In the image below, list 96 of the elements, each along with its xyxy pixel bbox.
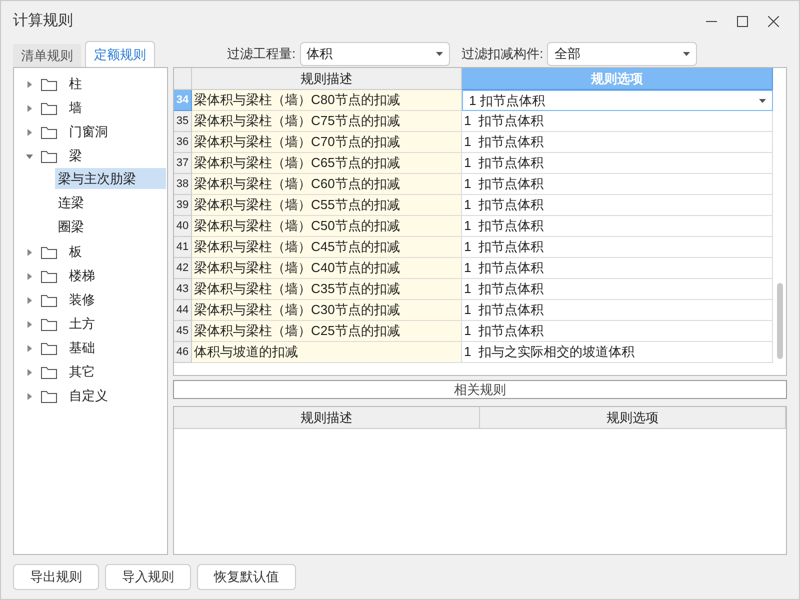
- table-cell: 1 扣节点体积: [462, 237, 773, 258]
- collapsed-arrow-icon[interactable]: [26, 368, 33, 376]
- tree-item[interactable]: 板: [14, 240, 167, 264]
- filter-label: 过滤扣减构件:: [462, 45, 544, 64]
- row-number: 43: [174, 279, 192, 300]
- table-cell: 梁体积与梁柱（墙）C60节点的扣减: [192, 174, 462, 195]
- related-rules-header: 相关规则: [173, 380, 787, 399]
- tree-item[interactable]: 柱: [14, 72, 167, 96]
- collapsed-arrow-icon[interactable]: [26, 128, 33, 136]
- tree-item[interactable]: 门窗洞: [14, 120, 167, 144]
- option-dropdown[interactable]: 1 扣节点体积: [462, 90, 773, 111]
- row-number: 34: [174, 90, 192, 111]
- row-number: 41: [174, 237, 192, 258]
- tree-item[interactable]: 墙: [14, 96, 167, 120]
- collapsed-arrow-icon[interactable]: [26, 344, 33, 352]
- tree-item[interactable]: 梁与主次肋梁: [55, 168, 166, 189]
- tree-item[interactable]: 楼梯: [14, 264, 167, 288]
- action-button[interactable]: 导入规则: [105, 564, 191, 590]
- table-cell: 1 扣节点体积: [462, 195, 773, 216]
- table-cell: 梁体积与梁柱（墙）C55节点的扣减: [192, 195, 462, 216]
- table-cell: 梁体积与梁柱（墙）C45节点的扣减: [192, 237, 462, 258]
- corner-cell: [174, 68, 192, 90]
- tree-item[interactable]: 其它: [14, 360, 167, 384]
- tree-item[interactable]: 梁: [14, 144, 167, 168]
- table-cell: 梁体积与梁柱（墙）C75节点的扣减: [192, 111, 462, 132]
- row-number: 42: [174, 258, 192, 279]
- tree-item[interactable]: 圈梁: [55, 216, 166, 237]
- table-cell: 梁体积与梁柱（墙）C40节点的扣减: [192, 258, 462, 279]
- table-cell: 梁体积与梁柱（墙）C25节点的扣减: [192, 321, 462, 342]
- table-cell: 梁体积与梁柱（墙）C30节点的扣减: [192, 300, 462, 321]
- action-button[interactable]: 恢复默认值: [197, 564, 296, 590]
- action-button[interactable]: 导出规则: [13, 564, 99, 590]
- folder-icon: [41, 150, 57, 162]
- row-number: 36: [174, 132, 192, 153]
- row-number: 40: [174, 216, 192, 237]
- table-cell: 1 扣节点体积: [462, 300, 773, 321]
- row-number: 45: [174, 321, 192, 342]
- column-header[interactable]: 规则描述: [174, 407, 480, 429]
- scrollbar-thumb[interactable]: [776, 283, 782, 359]
- collapsed-arrow-icon[interactable]: [26, 296, 33, 304]
- table-cell: 1 扣节点体积: [462, 111, 773, 132]
- tree-item[interactable]: 连梁: [55, 192, 166, 213]
- window-title: 计算规则: [13, 10, 73, 31]
- folder-icon: [41, 294, 57, 306]
- table-cell: 1 扣节点体积: [462, 153, 773, 174]
- folder-icon: [41, 246, 57, 258]
- tree-item[interactable]: 土方: [14, 312, 167, 336]
- dropdown-arrow-icon: [759, 98, 766, 102]
- table-cell: 梁体积与梁柱（墙）C70节点的扣减: [192, 132, 462, 153]
- row-number: 38: [174, 174, 192, 195]
- table-cell: 体积与坡道的扣减: [192, 342, 462, 363]
- table-cell: 1 扣节点体积: [462, 174, 773, 195]
- filter-dropdown[interactable]: 体积: [300, 42, 450, 66]
- column-header[interactable]: 规则描述: [192, 68, 462, 90]
- collapsed-arrow-icon[interactable]: [26, 104, 33, 112]
- collapsed-arrow-icon[interactable]: [26, 272, 33, 280]
- filter-dropdown[interactable]: 全部: [547, 42, 698, 66]
- table-cell: 梁体积与梁柱（墙）C50节点的扣减: [192, 216, 462, 237]
- tree-item[interactable]: 自定义: [14, 384, 167, 408]
- collapsed-arrow-icon[interactable]: [26, 248, 33, 256]
- folder-icon: [41, 366, 57, 378]
- table-cell: 1 扣节点体积: [462, 132, 773, 153]
- row-number: 44: [174, 300, 192, 321]
- table-cell: 1 扣节点体积: [462, 321, 773, 342]
- folder-icon: [41, 78, 57, 90]
- table-cell: 1 扣节点体积: [462, 216, 773, 237]
- dropdown-arrow-icon: [683, 52, 690, 56]
- table-cell: 1 扣与之实际相交的坡道体积: [462, 342, 773, 363]
- table-cell: 梁体积与梁柱（墙）C35节点的扣减: [192, 279, 462, 300]
- maximize-icon[interactable]: [737, 16, 748, 26]
- table-cell: 1 扣节点体积: [462, 279, 773, 300]
- close-icon[interactable]: [768, 16, 779, 26]
- collapsed-arrow-icon[interactable]: [26, 392, 33, 400]
- column-header[interactable]: 规则选项: [480, 407, 786, 429]
- row-number: 35: [174, 111, 192, 132]
- dropdown-arrow-icon: [436, 52, 443, 56]
- tree-item[interactable]: 基础: [14, 336, 167, 360]
- table-cell: 1 扣节点体积: [462, 258, 773, 279]
- tab[interactable]: 定额规则: [85, 41, 155, 67]
- expanded-arrow-icon[interactable]: [26, 152, 33, 160]
- row-number: 46: [174, 342, 192, 363]
- row-number: 37: [174, 153, 192, 174]
- folder-icon: [41, 390, 57, 402]
- collapsed-arrow-icon[interactable]: [26, 320, 33, 328]
- folder-icon: [41, 102, 57, 114]
- folder-icon: [41, 270, 57, 282]
- collapsed-arrow-icon[interactable]: [26, 80, 33, 88]
- folder-icon: [41, 126, 57, 138]
- row-number: 39: [174, 195, 192, 216]
- folder-icon: [41, 318, 57, 330]
- tree-item[interactable]: 装修: [14, 288, 167, 312]
- tab[interactable]: 清单规则: [13, 44, 81, 67]
- table-cell: 梁体积与梁柱（墙）C65节点的扣减: [192, 153, 462, 174]
- table-cell: 梁体积与梁柱（墙）C80节点的扣减: [192, 90, 462, 111]
- folder-icon: [41, 342, 57, 354]
- filter-label: 过滤工程量:: [227, 45, 296, 64]
